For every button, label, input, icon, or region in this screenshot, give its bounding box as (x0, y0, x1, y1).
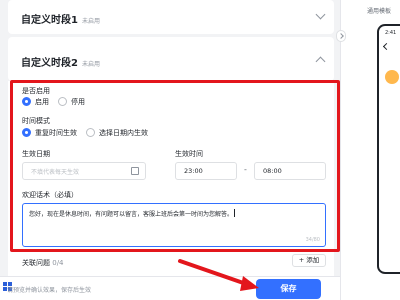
template-title: 通用模板 (367, 8, 392, 15)
preview-panel: 通用模板 2:41 (336, 0, 400, 300)
add-question-button[interactable]: + 添加 (292, 254, 326, 267)
chevron-up-icon[interactable] (315, 56, 326, 67)
save-button[interactable]: 保存 (257, 280, 320, 298)
period-2-title: 自定义时段2 未启用 (21, 58, 100, 69)
footer-note: 请预览并确认效果，保存后生效 (7, 287, 92, 294)
related-questions-count: 0/4 (52, 259, 64, 267)
phone-preview: 2:41 (377, 24, 400, 274)
period-1-header[interactable]: 自定义时段1 未启用 (8, 0, 334, 34)
collapse-arrow-icon[interactable] (336, 30, 346, 42)
settings-panel: 自定义时段1 未启用 自定义时段2 未启用 是否启用 启用 停用 时间模式 重复时间… (0, 0, 340, 300)
period-1-title: 自定义时段1 未启用 (21, 15, 100, 26)
chevron-down-icon[interactable] (315, 9, 326, 20)
back-icon (382, 42, 391, 51)
highlight-box (10, 80, 340, 252)
period-2-header[interactable]: 自定义时段2 未启用 (8, 37, 334, 81)
avatar (385, 70, 399, 84)
period-1-status: 未启用 (81, 18, 100, 25)
footer-bar: 请预览并确认效果，保存后生效 保存 (0, 276, 340, 300)
related-questions-label: 关联问题 0/4 (22, 259, 64, 267)
phone-time: 2:41 (385, 30, 397, 36)
period-2-status: 未启用 (81, 61, 100, 68)
